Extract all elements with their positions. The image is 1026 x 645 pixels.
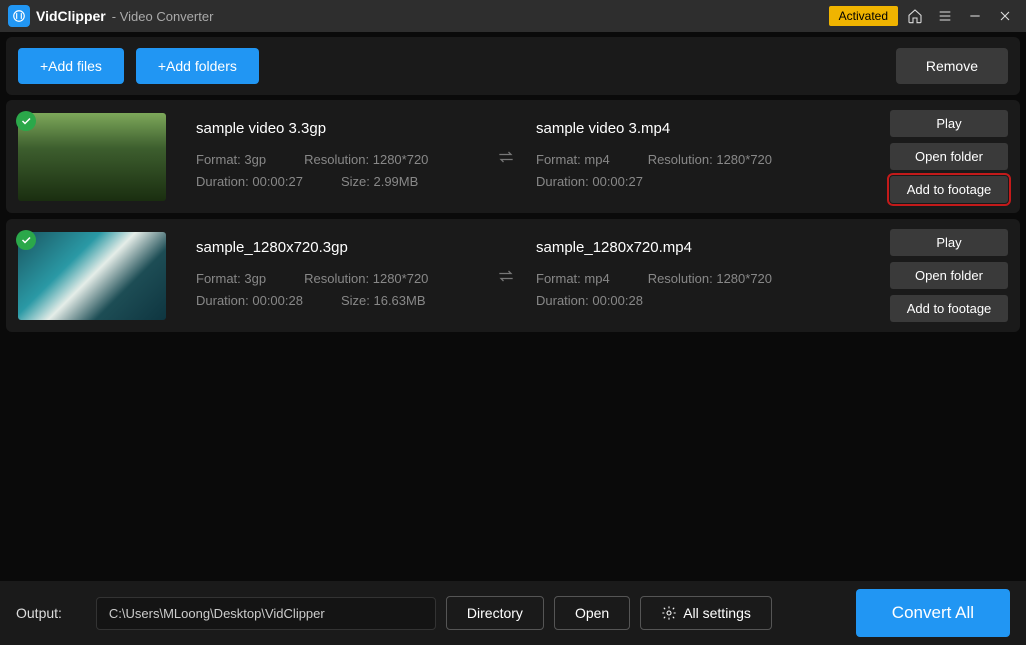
convert-all-button[interactable]: Convert All bbox=[856, 589, 1010, 637]
minimize-icon[interactable] bbox=[962, 3, 988, 29]
footer: Output: C:\Users\MLoong\Desktop\VidClipp… bbox=[0, 581, 1026, 645]
dest-info: sample_1280x720.mp4 Format: mp4 Resoluti… bbox=[536, 239, 890, 312]
open-button[interactable]: Open bbox=[554, 596, 630, 630]
gear-icon bbox=[661, 605, 677, 621]
dest-duration: Duration: 00:00:28 bbox=[536, 290, 643, 312]
toolbar: +Add files +Add folders Remove bbox=[6, 37, 1020, 95]
play-button[interactable]: Play bbox=[890, 229, 1008, 256]
add-files-button[interactable]: +Add files bbox=[18, 48, 124, 84]
home-icon[interactable] bbox=[902, 3, 928, 29]
dest-filename: sample_1280x720.mp4 bbox=[536, 239, 890, 256]
dest-info: sample video 3.mp4 Format: mp4 Resolutio… bbox=[536, 120, 890, 193]
file-row[interactable]: sample_1280x720.3gp Format: 3gp Resoluti… bbox=[6, 219, 1020, 332]
source-filename: sample video 3.3gp bbox=[196, 120, 486, 137]
source-duration: Duration: 00:00:28 bbox=[196, 290, 303, 312]
row-actions: Play Open folder Add to footage bbox=[890, 110, 1008, 203]
source-filename: sample_1280x720.3gp bbox=[196, 239, 486, 256]
convert-arrow-icon bbox=[486, 147, 526, 167]
output-label: Output: bbox=[16, 605, 62, 621]
source-info: sample video 3.3gp Format: 3gp Resolutio… bbox=[196, 120, 486, 193]
open-folder-button[interactable]: Open folder bbox=[890, 143, 1008, 170]
source-duration: Duration: 00:00:27 bbox=[196, 171, 303, 193]
dest-filename: sample video 3.mp4 bbox=[536, 120, 890, 137]
titlebar: VidClipper - Video Converter Activated bbox=[0, 0, 1026, 32]
row-actions: Play Open folder Add to footage bbox=[890, 229, 1008, 322]
dest-format: Format: mp4 bbox=[536, 268, 610, 290]
source-resolution: Resolution: 1280*720 bbox=[304, 149, 428, 171]
convert-arrow-icon bbox=[486, 266, 526, 286]
all-settings-button[interactable]: All settings bbox=[640, 596, 772, 630]
check-icon bbox=[16, 230, 36, 250]
close-icon[interactable] bbox=[992, 3, 1018, 29]
add-to-footage-button[interactable]: Add to footage bbox=[890, 295, 1008, 322]
source-format: Format: 3gp bbox=[196, 149, 266, 171]
source-format: Format: 3gp bbox=[196, 268, 266, 290]
add-folders-button[interactable]: +Add folders bbox=[136, 48, 259, 84]
file-row[interactable]: sample video 3.3gp Format: 3gp Resolutio… bbox=[6, 100, 1020, 213]
all-settings-label: All settings bbox=[683, 605, 751, 621]
source-size: Size: 2.99MB bbox=[341, 171, 418, 193]
menu-icon[interactable] bbox=[932, 3, 958, 29]
dest-resolution: Resolution: 1280*720 bbox=[648, 268, 772, 290]
dest-duration: Duration: 00:00:27 bbox=[536, 171, 643, 193]
remove-button[interactable]: Remove bbox=[896, 48, 1008, 84]
directory-button[interactable]: Directory bbox=[446, 596, 544, 630]
play-button[interactable]: Play bbox=[890, 110, 1008, 137]
source-resolution: Resolution: 1280*720 bbox=[304, 268, 428, 290]
dest-format: Format: mp4 bbox=[536, 149, 610, 171]
source-info: sample_1280x720.3gp Format: 3gp Resoluti… bbox=[196, 239, 486, 312]
dest-resolution: Resolution: 1280*720 bbox=[648, 149, 772, 171]
thumbnail bbox=[18, 232, 166, 320]
app-subtitle: - Video Converter bbox=[112, 9, 214, 24]
app-name: VidClipper bbox=[36, 8, 106, 24]
file-list: sample video 3.3gp Format: 3gp Resolutio… bbox=[0, 100, 1026, 332]
open-folder-button[interactable]: Open folder bbox=[890, 262, 1008, 289]
thumbnail bbox=[18, 113, 166, 201]
activated-badge: Activated bbox=[829, 6, 898, 26]
output-path-field[interactable]: C:\Users\MLoong\Desktop\VidClipper bbox=[96, 597, 436, 630]
add-to-footage-button[interactable]: Add to footage bbox=[890, 176, 1008, 203]
app-icon bbox=[8, 5, 30, 27]
source-size: Size: 16.63MB bbox=[341, 290, 426, 312]
check-icon bbox=[16, 111, 36, 131]
